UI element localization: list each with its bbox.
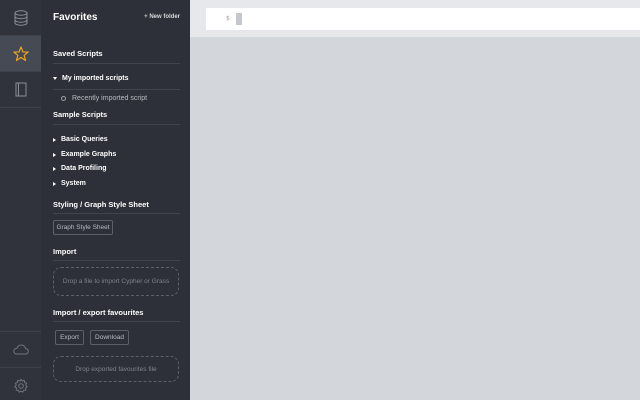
database-icon	[14, 9, 27, 26]
folder-system[interactable]: System	[53, 180, 86, 187]
styling-title: Styling / Graph Style Sheet	[53, 200, 149, 209]
folder-label: Example Graphs	[61, 151, 117, 158]
settings-button[interactable]	[0, 368, 41, 400]
gear-icon	[13, 378, 28, 393]
editor-prompt: $	[226, 15, 230, 22]
import-title: Import	[53, 247, 77, 256]
export-button[interactable]: Export	[55, 330, 84, 345]
editor-cursor	[236, 13, 242, 25]
sample-scripts-title: Sample Scripts	[53, 110, 108, 119]
favorites-drawer: Favorites + New folder Saved Scripts My …	[41, 0, 190, 400]
favourites-dropzone[interactable]: Drop exported favourites file	[53, 356, 179, 382]
database-button[interactable]	[0, 0, 41, 35]
import-export-title: Import / export favourites	[53, 308, 144, 317]
folder-label: System	[61, 180, 86, 187]
icon-rail	[0, 0, 41, 400]
folder-label: Basic Queries	[61, 136, 108, 143]
chevron-right-icon	[53, 137, 56, 142]
chevron-down-icon	[53, 77, 57, 80]
chevron-right-icon	[53, 181, 56, 186]
sync-button[interactable]	[0, 332, 41, 367]
folder-basic-queries[interactable]: Basic Queries	[53, 136, 108, 143]
folder-data-profiling[interactable]: Data Profiling	[53, 165, 107, 172]
saved-scripts-title: Saved Scripts	[53, 49, 103, 58]
chevron-right-icon	[53, 166, 56, 171]
graph-style-sheet-button[interactable]: Graph Style Sheet	[53, 220, 113, 235]
drawer-header: Favorites + New folder	[41, 0, 190, 35]
import-dropzone[interactable]: Drop a file to import Cypher or Grass	[53, 267, 179, 296]
new-folder-button[interactable]: + New folder	[144, 14, 180, 20]
folder-example-graphs[interactable]: Example Graphs	[53, 151, 116, 158]
editor-input[interactable]: $	[206, 8, 640, 30]
script-recently-imported[interactable]: Recently imported script	[61, 95, 147, 102]
script-icon	[61, 96, 66, 101]
folder-label: My imported scripts	[62, 75, 129, 82]
documents-button[interactable]	[0, 72, 41, 107]
drawer-title: Favorites	[53, 12, 98, 23]
favorites-button[interactable]	[0, 36, 41, 71]
script-label: Recently imported script	[72, 95, 148, 102]
folder-my-imported-scripts[interactable]: My imported scripts	[53, 75, 129, 82]
cloud-icon	[12, 344, 29, 355]
star-icon	[12, 45, 29, 61]
folder-label: Data Profiling	[61, 165, 107, 172]
book-icon	[15, 82, 26, 97]
download-button[interactable]: Download	[90, 330, 129, 345]
chevron-right-icon	[53, 152, 56, 157]
